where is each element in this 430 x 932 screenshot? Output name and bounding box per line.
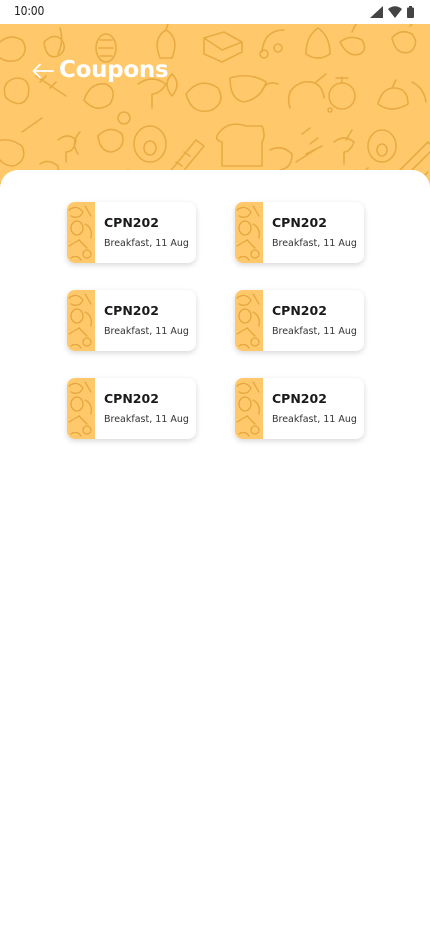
coupon-pattern-strip bbox=[67, 202, 95, 263]
coupon-description: Breakfast, 11 Aug bbox=[104, 414, 189, 425]
wifi-icon bbox=[388, 3, 402, 22]
signal-icon bbox=[370, 3, 383, 22]
coupon-card[interactable]: CPN202 Breakfast, 11 Aug bbox=[67, 290, 196, 351]
coupon-description: Breakfast, 11 Aug bbox=[272, 238, 357, 249]
coupon-list: CPN202 Breakfast, 11 Aug CPN202 Breakfas… bbox=[0, 170, 430, 932]
status-time: 10:00 bbox=[14, 4, 45, 18]
coupon-description: Breakfast, 11 Aug bbox=[104, 326, 189, 337]
coupon-pattern-strip bbox=[67, 290, 95, 351]
back-button[interactable] bbox=[30, 60, 56, 86]
coupon-code: CPN202 bbox=[104, 391, 159, 406]
page-title: Coupons bbox=[59, 57, 169, 83]
coupons-screen: 10:00 Coupons CPN202 Breakfast, 11 Aug C… bbox=[0, 0, 430, 932]
coupon-card[interactable]: CPN202 Breakfast, 11 Aug bbox=[235, 378, 364, 439]
coupon-code: CPN202 bbox=[272, 215, 327, 230]
coupon-code: CPN202 bbox=[272, 303, 327, 318]
coupon-card[interactable]: CPN202 Breakfast, 11 Aug bbox=[67, 378, 196, 439]
coupon-description: Breakfast, 11 Aug bbox=[272, 414, 357, 425]
coupon-description: Breakfast, 11 Aug bbox=[272, 326, 357, 337]
coupon-pattern-strip bbox=[235, 290, 263, 351]
coupon-pattern-strip bbox=[235, 378, 263, 439]
coupon-pattern-strip bbox=[67, 378, 95, 439]
coupon-card[interactable]: CPN202 Breakfast, 11 Aug bbox=[67, 202, 196, 263]
coupon-card[interactable]: CPN202 Breakfast, 11 Aug bbox=[235, 290, 364, 351]
arrow-left-icon bbox=[32, 63, 54, 83]
status-icons bbox=[370, 5, 414, 19]
battery-icon bbox=[407, 3, 414, 22]
coupon-pattern-strip bbox=[235, 202, 263, 263]
coupon-code: CPN202 bbox=[104, 215, 159, 230]
food-pattern-background bbox=[0, 24, 430, 194]
coupon-code: CPN202 bbox=[104, 303, 159, 318]
coupon-description: Breakfast, 11 Aug bbox=[104, 238, 189, 249]
header-banner: Coupons bbox=[0, 24, 430, 194]
status-bar: 10:00 bbox=[0, 0, 430, 24]
coupon-card[interactable]: CPN202 Breakfast, 11 Aug bbox=[235, 202, 364, 263]
coupon-code: CPN202 bbox=[272, 391, 327, 406]
